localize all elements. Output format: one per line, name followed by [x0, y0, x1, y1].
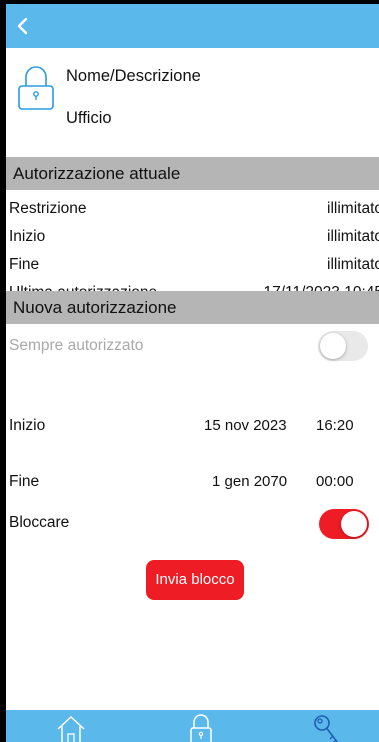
end-date[interactable]: 1 gen 2070 — [212, 473, 287, 490]
restriction-value: illimitato — [327, 200, 379, 217]
toggle-knob — [341, 511, 367, 537]
name-label: Nome/Descrizione — [66, 67, 201, 85]
home-icon[interactable] — [54, 712, 88, 742]
lock-icon — [18, 66, 54, 110]
screen: Nome/Descrizione Ufficio Autorizzazione … — [6, 4, 379, 742]
restriction-row: Restrizione illimitato — [9, 200, 379, 222]
tab-bar — [6, 710, 379, 742]
end-time[interactable]: 00:00 — [316, 473, 354, 490]
always-authorized-toggle[interactable] — [318, 331, 368, 361]
start-label: Inizio — [9, 228, 46, 245]
lock-icon[interactable] — [184, 712, 218, 742]
top-bar — [6, 4, 379, 48]
end-value: illimitato — [327, 256, 379, 273]
end-label: Fine — [9, 256, 40, 273]
start-row: Inizio illimitato — [9, 228, 379, 250]
new-start-label: Inizio — [9, 417, 46, 434]
block-toggle[interactable] — [319, 509, 369, 539]
end-row: Fine illimitato — [9, 256, 379, 278]
send-block-button[interactable]: Invia blocco — [146, 560, 244, 600]
start-date[interactable]: 15 nov 2023 — [204, 417, 287, 434]
block-label: Bloccare — [9, 514, 70, 531]
toggle-knob — [320, 333, 346, 359]
back-button[interactable] — [12, 14, 36, 38]
new-end-label: Fine — [9, 473, 40, 490]
start-value: illimitato — [327, 228, 379, 245]
name-value: Ufficio — [66, 109, 112, 127]
section-current-auth: Autorizzazione attuale — [6, 157, 379, 190]
key-icon[interactable] — [310, 712, 344, 742]
start-time[interactable]: 16:20 — [316, 417, 354, 434]
always-authorized-label: Sempre autorizzato — [9, 337, 144, 354]
restriction-label: Restrizione — [9, 200, 87, 217]
chevron-left-icon — [17, 17, 28, 35]
section-new-auth: Nuova autorizzazione — [6, 291, 379, 324]
